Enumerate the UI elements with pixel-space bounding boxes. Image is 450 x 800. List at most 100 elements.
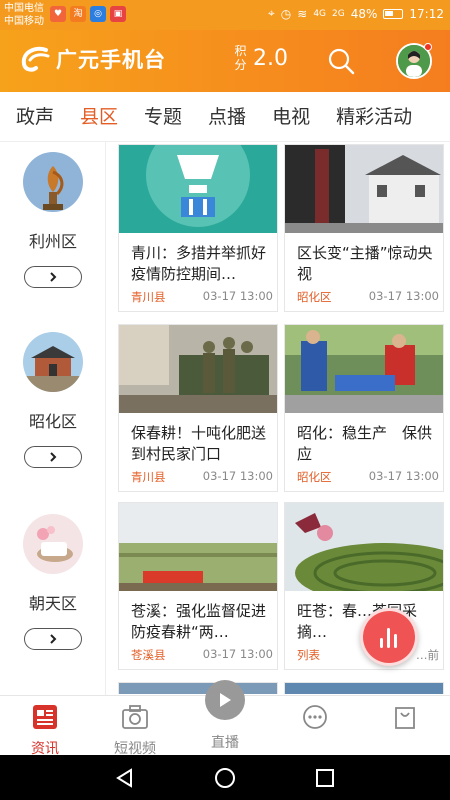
- notification-icons: ♥ 淘 ◎ ▣: [50, 6, 126, 22]
- news-thumbnail: [119, 325, 277, 413]
- nav-live-label: 直播: [211, 735, 239, 751]
- app-notification-icon: ▣: [110, 6, 126, 22]
- news-thumbnail: [119, 683, 277, 694]
- district-expand-button[interactable]: [24, 266, 82, 288]
- district-expand-button[interactable]: [24, 628, 82, 650]
- nav-chat[interactable]: [270, 704, 360, 738]
- points-display[interactable]: 积分 2.0: [234, 44, 288, 72]
- search-icon[interactable]: [326, 46, 356, 76]
- news-time: 03-17 13:00: [368, 469, 439, 483]
- location-icon: ⌖: [268, 6, 275, 20]
- news-card[interactable]: 保春耕！十吨化肥送到村民家门口 青川县 03-17 13:00: [118, 324, 278, 492]
- news-card[interactable]: 区长变“主播”惊动央视 昭化区 03-17 13:00: [284, 144, 444, 312]
- home-icon[interactable]: [213, 766, 237, 790]
- news-thumbnail: [119, 145, 277, 233]
- audio-float-button[interactable]: [360, 608, 418, 666]
- tab-topics[interactable]: 专题: [128, 92, 192, 142]
- news-meta: 青川县 03-17 13:00: [131, 469, 273, 485]
- news-title: 苍溪：强化监督促进防疫春耕“两…: [131, 602, 267, 641]
- nav-short-video[interactable]: 短视频: [90, 704, 180, 758]
- camera-icon: [122, 705, 148, 729]
- chevron-right-icon: [50, 452, 57, 462]
- app-notification-icon: ♥: [50, 6, 66, 22]
- system-indicators: ⌖ ◷ ≋ 4G 2G 48% 17:12: [268, 6, 444, 21]
- news-title: 昭化：稳生产 保供应: [297, 424, 433, 463]
- news-meta: 苍溪县 03-17 13:00: [131, 647, 273, 663]
- news-meta: 青川县 03-17 13:00: [131, 289, 273, 305]
- notification-dot: [424, 43, 432, 51]
- district-name: 昭化区: [28, 412, 77, 431]
- news-card[interactable]: 苍溪：强化监督促进防疫春耕“两… 苍溪县 03-17 13:00: [118, 502, 278, 670]
- news-title: 青川：多措并举抓好疫情防控期间…: [131, 244, 267, 283]
- news-thumbnail: [285, 325, 443, 413]
- recent-apps-icon[interactable]: [314, 767, 336, 789]
- nav-shop[interactable]: [360, 704, 450, 738]
- news-meta: 昭化区 03-17 13:00: [297, 469, 439, 485]
- nav-live[interactable]: 直播: [180, 732, 270, 752]
- bag-icon: [395, 707, 415, 729]
- alarm-icon: ◷: [280, 6, 292, 21]
- news-district: 青川县: [131, 470, 166, 484]
- news-thumbnail: [285, 145, 443, 233]
- app-notification-icon: ◎: [90, 6, 106, 22]
- network-2g: 2G: [332, 8, 345, 19]
- category-tabs: 政声 县区 专题 点播 电视 精彩活动: [0, 92, 450, 142]
- logo-icon: [21, 46, 50, 72]
- district-image: [23, 332, 83, 392]
- tab-tv[interactable]: 电视: [256, 92, 320, 142]
- chevron-right-icon: [50, 634, 57, 644]
- district-sidebar: 利州区 昭化区 朝天区: [0, 142, 106, 695]
- network-4g: 4G: [313, 8, 327, 19]
- clock: 17:12: [409, 6, 444, 21]
- news-card-partial[interactable]: [118, 682, 278, 694]
- carrier-1: 中国电信: [4, 3, 44, 14]
- system-navigation-bar: [0, 755, 450, 800]
- news-time: 03-17 13:00: [202, 289, 273, 303]
- news-meta: 昭化区 03-17 13:00: [297, 289, 439, 305]
- news-time: 03-17 13:00: [368, 289, 439, 303]
- district-item-lizhou[interactable]: 利州区: [0, 152, 106, 288]
- wifi-icon: ≋: [297, 6, 308, 21]
- news-card-partial[interactable]: [284, 682, 444, 694]
- chat-icon: [303, 705, 327, 729]
- district-name: 朝天区: [28, 594, 77, 613]
- app-notification-icon: 淘: [70, 6, 86, 22]
- news-district: 苍溪县: [131, 648, 166, 662]
- audio-bars-icon: [380, 628, 397, 648]
- news-title: 区长变“主播”惊动央视: [297, 244, 433, 283]
- news-time: 03-17 13:00: [202, 647, 273, 661]
- status-bar: 中国电信 中国移动 ♥ 淘 ◎ ▣ ⌖ ◷ ≋ 4G 2G 48% 17:12: [0, 0, 450, 30]
- app-name: 广元手机台: [56, 48, 166, 72]
- points-label: 积分: [234, 44, 247, 72]
- district-image: [23, 152, 83, 212]
- news-card[interactable]: 昭化：稳生产 保供应 昭化区 03-17 13:00: [284, 324, 444, 492]
- live-play-button[interactable]: [205, 680, 245, 720]
- district-name: 利州区: [28, 232, 77, 251]
- district-item-zhaohua[interactable]: 昭化区: [0, 332, 106, 468]
- news-icon: [33, 705, 57, 729]
- news-thumbnail: [285, 503, 443, 591]
- carrier-2: 中国移动: [4, 16, 44, 27]
- news-time: …前: [416, 648, 439, 662]
- news-card[interactable]: 青川：多措并举抓好疫情防控期间… 青川县 03-17 13:00: [118, 144, 278, 312]
- chevron-right-icon: [50, 272, 57, 282]
- district-expand-button[interactable]: [24, 446, 82, 468]
- tab-activities[interactable]: 精彩活动: [320, 92, 422, 142]
- app-header: 广元手机台 积分 2.0: [0, 30, 450, 92]
- carrier-info: 中国电信 中国移动: [4, 2, 44, 28]
- news-district: 青川县: [131, 290, 166, 304]
- news-time: 03-17 13:00: [202, 469, 273, 483]
- news-title: 保春耕！十吨化肥送到村民家门口: [131, 424, 267, 463]
- news-thumbnail: [285, 683, 443, 694]
- battery-icon: [383, 8, 404, 19]
- tab-politics[interactable]: 政声: [0, 92, 64, 142]
- nav-news[interactable]: 资讯: [0, 704, 90, 758]
- tab-districts[interactable]: 县区: [64, 92, 128, 142]
- battery-text: 48%: [350, 6, 378, 21]
- news-district: 列表: [297, 648, 320, 662]
- district-item-chaotian[interactable]: 朝天区: [0, 514, 106, 650]
- back-icon[interactable]: [114, 767, 136, 789]
- news-district: 昭化区: [297, 470, 332, 484]
- tab-on-demand[interactable]: 点播: [192, 92, 256, 142]
- app-logo: 广元手机台: [18, 44, 166, 74]
